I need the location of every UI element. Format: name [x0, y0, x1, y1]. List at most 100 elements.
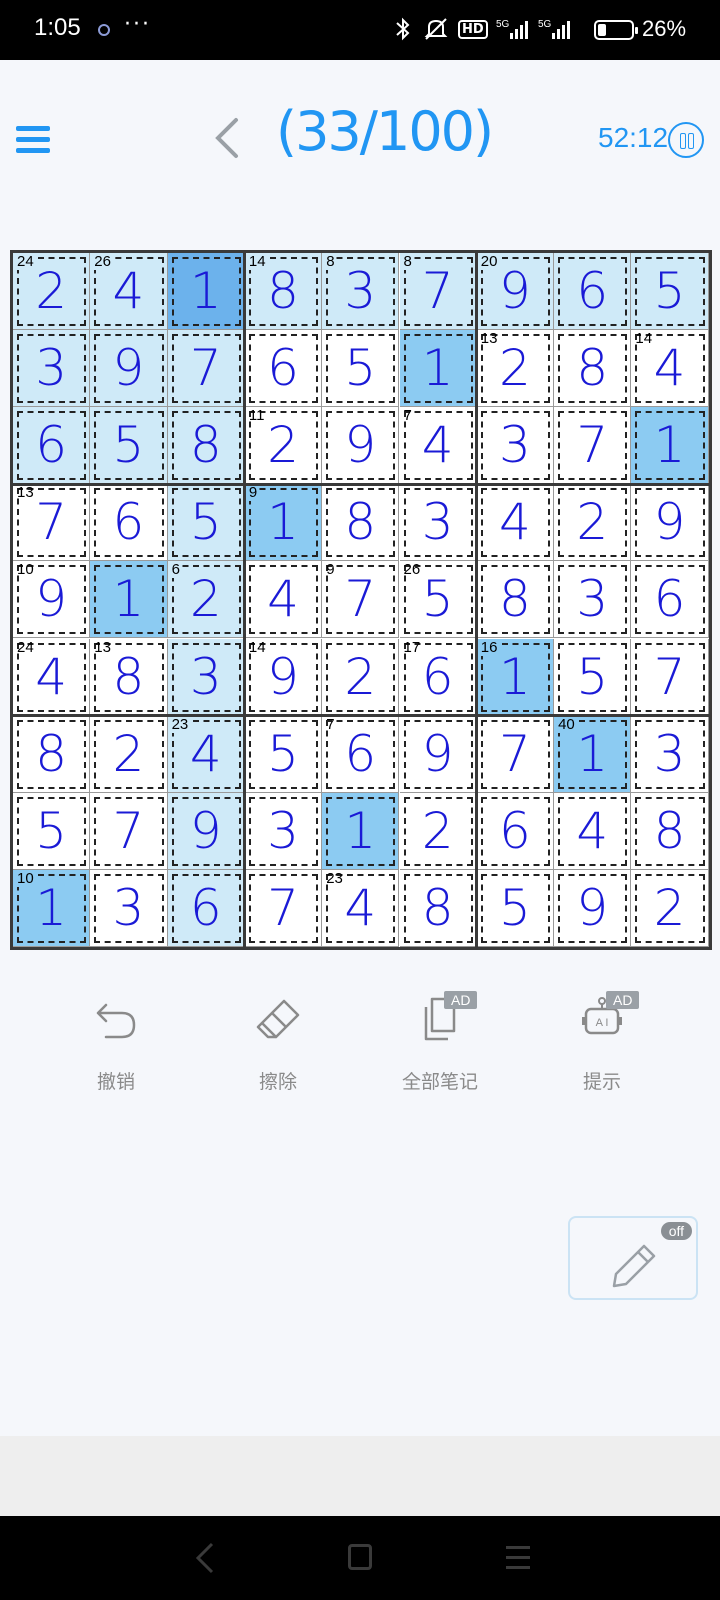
board-cell[interactable]: 5	[476, 869, 555, 947]
erase-button[interactable]: 擦除	[218, 995, 338, 1095]
board-cell[interactable]: 9	[322, 407, 400, 485]
board-cell[interactable]: 8	[631, 792, 709, 870]
board-cell[interactable]: 4	[476, 484, 555, 562]
board-cell[interactable]: 4 23	[322, 869, 400, 947]
board-cell[interactable]: 3	[631, 715, 709, 793]
pencil-state-badge: off	[660, 1222, 692, 1240]
board-cell[interactable]: 4	[554, 792, 632, 870]
board-cell[interactable]: 2	[90, 715, 168, 793]
pencil-mode-toggle[interactable]: off	[568, 1216, 698, 1300]
board-cell[interactable]: 9 20	[476, 253, 555, 331]
board-cell[interactable]: 4	[244, 561, 323, 639]
board-cell[interactable]: 7 13	[13, 484, 91, 562]
board-cell[interactable]: 5	[244, 715, 323, 793]
board-cell[interactable]: 3	[476, 407, 555, 485]
board-cell[interactable]: 6	[554, 253, 632, 331]
board-cell[interactable]: 9	[399, 715, 477, 793]
board-cell[interactable]: 19	[244, 484, 323, 562]
board-cell[interactable]: 6	[167, 869, 245, 947]
board-cell[interactable]: 7	[244, 869, 323, 947]
nav-recents-icon[interactable]	[506, 1546, 530, 1576]
board-cell[interactable]: 67	[322, 715, 400, 793]
board-cell[interactable]: 1	[631, 407, 709, 485]
board-cell[interactable]: 5	[631, 253, 709, 331]
cell-digit: 7	[112, 801, 145, 860]
board-cell[interactable]: 78	[399, 253, 477, 331]
board-cell[interactable]: 8	[13, 715, 91, 793]
board-cell[interactable]: 8	[554, 330, 632, 408]
hint-button[interactable]: A I AD 提示	[542, 991, 662, 1095]
board-cell[interactable]: 2	[554, 484, 632, 562]
board-cell[interactable]: 7	[476, 715, 555, 793]
board-cell[interactable]: 6	[476, 792, 555, 870]
menu-icon[interactable]	[16, 126, 50, 154]
board-cell[interactable]: 1	[322, 792, 400, 870]
board-cell[interactable]: 2	[399, 792, 477, 870]
undo-button[interactable]: 撤销	[56, 995, 176, 1095]
board-cell[interactable]: 2	[631, 869, 709, 947]
nav-home-icon[interactable]	[348, 1544, 372, 1570]
cell-digit: 5	[189, 493, 222, 552]
board-cell[interactable]: 6	[631, 561, 709, 639]
board-cell[interactable]: 9	[90, 330, 168, 408]
board-cell[interactable]: 5	[167, 484, 245, 562]
board-cell[interactable]: 6	[244, 330, 323, 408]
all-notes-button[interactable]: AD 全部笔记	[380, 991, 500, 1095]
board-cell[interactable]: 3	[90, 869, 168, 947]
board-cell[interactable]: 8 13	[90, 638, 168, 716]
board-cell[interactable]: 6	[90, 484, 168, 562]
board-cell[interactable]: 7	[554, 407, 632, 485]
board-cell[interactable]: 1	[90, 561, 168, 639]
board-cell[interactable]: 9	[554, 869, 632, 947]
board-cell[interactable]: 7	[631, 638, 709, 716]
board-cell[interactable]: 4 23	[167, 715, 245, 793]
board-cell[interactable]: 8	[476, 561, 555, 639]
board-cell[interactable]: 5	[90, 407, 168, 485]
board-cell[interactable]: 8	[399, 869, 477, 947]
cage-sum: 11	[248, 407, 265, 425]
board-cell[interactable]: 8 14	[244, 253, 323, 331]
board-cell[interactable]: 79	[322, 561, 400, 639]
board-cell[interactable]: 8	[322, 484, 400, 562]
board-cell[interactable]: 5 26	[399, 561, 477, 639]
board-cell[interactable]: 38	[322, 253, 400, 331]
nav-back-icon[interactable]	[190, 1540, 220, 1576]
board-cell[interactable]: 2	[322, 638, 400, 716]
pause-button[interactable]	[668, 122, 704, 158]
board-cell[interactable]: 2 13	[476, 330, 555, 408]
board-cell[interactable]: 7	[167, 330, 245, 408]
board-cell[interactable]: 4 14	[631, 330, 709, 408]
board-cell[interactable]: 2 24	[13, 253, 91, 331]
board-cell[interactable]: 6 17	[399, 638, 477, 716]
back-arrow-icon[interactable]	[208, 116, 248, 160]
board-cell[interactable]: 9 14	[244, 638, 323, 716]
board-cell[interactable]: 3	[13, 330, 91, 408]
board-cell[interactable]: 7	[90, 792, 168, 870]
board-cell[interactable]: 1	[399, 330, 477, 408]
board-cell[interactable]: 2 11	[244, 407, 323, 485]
board-cell[interactable]: 5	[13, 792, 91, 870]
board-cell[interactable]: 26	[167, 561, 245, 639]
pencil-icon	[612, 1244, 656, 1288]
board-cell[interactable]: 6	[13, 407, 91, 485]
board-cell[interactable]: 47	[399, 407, 477, 485]
board-cell[interactable]: 3	[399, 484, 477, 562]
board-cell[interactable]: 1	[167, 253, 245, 331]
cage-sum: 14	[635, 330, 653, 348]
board-cell[interactable]: 1 40	[554, 715, 632, 793]
board-cell[interactable]: 9 10	[13, 561, 91, 639]
board-cell[interactable]: 8	[167, 407, 245, 485]
board-cell[interactable]: 9	[167, 792, 245, 870]
board-cell[interactable]: 3	[167, 638, 245, 716]
board-cell[interactable]: 1 16	[476, 638, 555, 716]
board-cell[interactable]: 4 24	[13, 638, 91, 716]
board-cell[interactable]: 5	[554, 638, 632, 716]
cell-digit: 2	[576, 493, 609, 552]
system-icons: HD 5G 5G	[392, 16, 572, 42]
board-cell[interactable]: 3	[554, 561, 632, 639]
board-cell[interactable]: 3	[244, 792, 323, 870]
board-cell[interactable]: 1 10	[13, 869, 91, 947]
board-cell[interactable]: 5	[322, 330, 400, 408]
board-cell[interactable]: 4 26	[90, 253, 168, 331]
board-cell[interactable]: 9	[631, 484, 709, 562]
